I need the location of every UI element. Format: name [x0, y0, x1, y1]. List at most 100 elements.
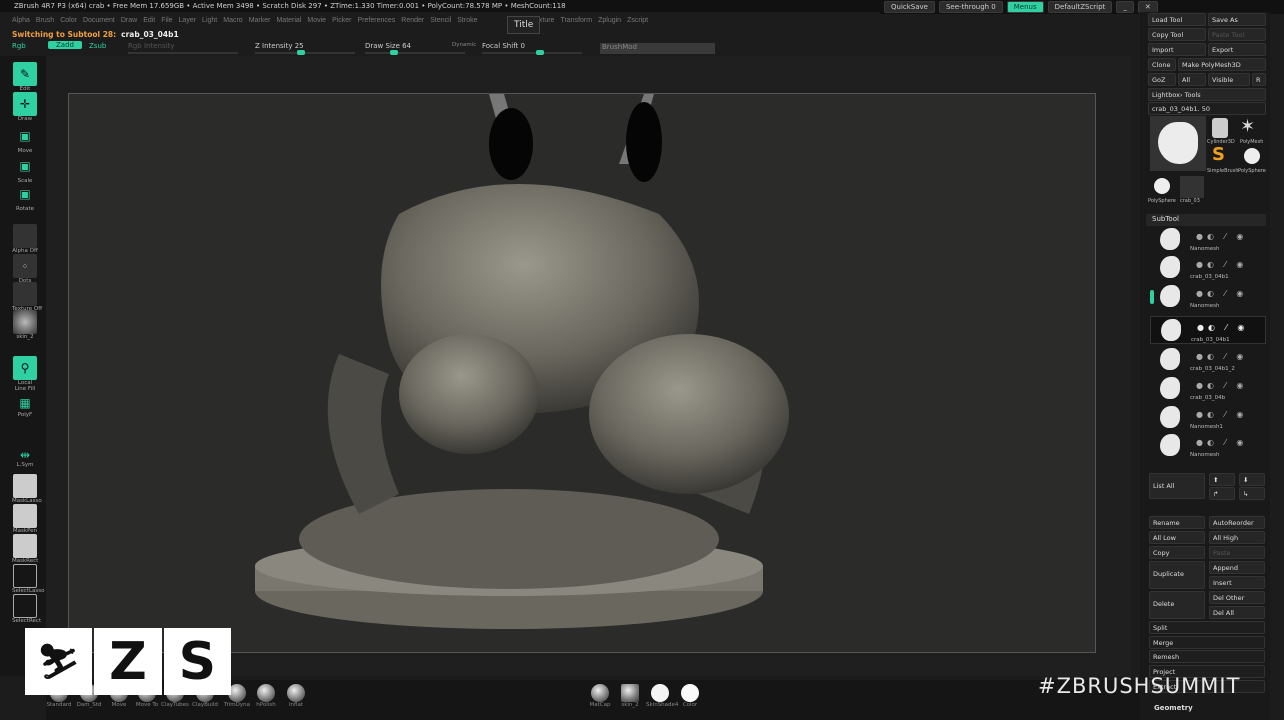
maskpen-button[interactable]: MaskPen	[12, 504, 38, 534]
selectlasso-button[interactable]: SelectLasso	[12, 564, 45, 594]
draw-size-slider[interactable]: Draw Size 64	[365, 42, 465, 55]
remesh-menu[interactable]: Remesh	[1149, 650, 1265, 663]
brush-inflat[interactable]: Inflat	[281, 684, 311, 708]
material-matcap[interactable]: MatCap	[586, 684, 614, 708]
draw-button[interactable]: ✛ Draw	[12, 92, 38, 122]
menu-item[interactable]: Brush	[36, 17, 54, 25]
polyf-button[interactable]: ▦ PolyF	[12, 394, 38, 418]
selectrect-button[interactable]: SelectRect	[12, 594, 41, 624]
copy-tool-button[interactable]: Copy Tool	[1148, 28, 1206, 41]
split-menu[interactable]: Split	[1149, 621, 1265, 634]
rgb-intensity-slider[interactable]: Rgb Intensity	[128, 42, 238, 54]
brushmod-slider[interactable]: BrushMod	[600, 43, 715, 54]
cylinder-tool-icon[interactable]	[1212, 118, 1228, 138]
rotate-button[interactable]: ▣ Rotate	[12, 182, 38, 212]
menu-item[interactable]: Movie	[307, 17, 326, 25]
lsym-button[interactable]: ⇹ L.Sym	[12, 448, 38, 468]
menu-item[interactable]: Marker	[249, 17, 271, 25]
dynamic-toggle[interactable]: Dynamic	[452, 42, 476, 48]
viewport-canvas[interactable]	[68, 93, 1096, 653]
crab-thumb-icon[interactable]	[1180, 176, 1204, 198]
menu-item[interactable]: Material	[276, 17, 301, 25]
subtool-visibility-icons[interactable]: ●◐ ⁄ ◉	[1196, 352, 1247, 361]
focal-shift-slider[interactable]: Focal Shift 0	[482, 42, 582, 55]
paste-tool-button[interactable]: Paste Tool	[1208, 28, 1266, 41]
subtool-visibility-icons[interactable]: ●◐ ⁄ ◉	[1197, 323, 1248, 332]
material-skinshade[interactable]: SkinShade4	[646, 684, 678, 708]
current-tool-thumbnail[interactable]	[1150, 116, 1206, 171]
move-button[interactable]: ▣ Move	[12, 124, 38, 154]
menu-item[interactable]: Edit	[143, 17, 155, 25]
current-tool-slider[interactable]: crab_03_04b1. 50	[1148, 102, 1266, 115]
lightbox-tools-button[interactable]: Lightbox› Tools	[1148, 88, 1266, 101]
color-swatch[interactable]: Color	[676, 684, 704, 708]
move-down-arrow-icon[interactable]: ↳	[1239, 487, 1265, 500]
merge-menu[interactable]: Merge	[1149, 636, 1265, 649]
all-low-button[interactable]: All Low	[1149, 531, 1205, 544]
import-button[interactable]: Import	[1148, 43, 1206, 56]
move-up-icon[interactable]: ⬆	[1209, 473, 1235, 486]
subtool-item[interactable]: ●◐ ⁄ ◉ crab_03_04b1_2	[1150, 346, 1266, 374]
menu-item[interactable]: Zscript	[627, 17, 648, 25]
export-button[interactable]: Export	[1208, 43, 1266, 56]
edit-button[interactable]: ✎ Edit	[12, 62, 38, 92]
append-button[interactable]: Append	[1209, 561, 1265, 574]
menus-button[interactable]: Menus	[1006, 1, 1044, 13]
quicksave-button[interactable]: QuickSave	[884, 1, 935, 13]
masklasso-button[interactable]: MaskLasso	[12, 474, 42, 504]
menu-item[interactable]: Preferences	[358, 17, 396, 25]
r-button[interactable]: R	[1252, 73, 1266, 86]
minimize-icon[interactable]: _	[1116, 1, 1134, 13]
menu-item[interactable]: Document	[83, 17, 115, 25]
autoreorder-button[interactable]: AutoReorder	[1209, 516, 1265, 529]
subtool-visibility-icons[interactable]: ●◐ ⁄ ◉	[1196, 410, 1247, 419]
clone-button[interactable]: Clone	[1148, 58, 1176, 71]
insert-button[interactable]: Insert	[1209, 576, 1265, 589]
delete-button[interactable]: Delete	[1149, 591, 1205, 619]
polysphere-icon[interactable]	[1154, 178, 1170, 194]
menu-item[interactable]: Transform	[560, 17, 592, 25]
copy-button[interactable]: Copy	[1149, 546, 1205, 559]
menu-item[interactable]: Alpha	[12, 17, 30, 25]
goz-button[interactable]: GoZ	[1148, 73, 1176, 86]
rgb-toggle[interactable]: Rgb	[12, 42, 26, 50]
geometry-menu[interactable]: Geometry	[1154, 704, 1193, 712]
material-skin[interactable]: skin_2	[616, 684, 644, 708]
paste-button[interactable]: Paste	[1209, 546, 1265, 559]
brush-hpolish[interactable]: hPolish	[251, 684, 281, 708]
subtool-item[interactable]: ●◐ ⁄ ◉ Nanomesh	[1150, 432, 1266, 460]
del-other-button[interactable]: Del Other	[1209, 591, 1265, 604]
del-all-button[interactable]: Del All	[1209, 606, 1265, 619]
menu-item[interactable]: Light	[202, 17, 217, 25]
all-button[interactable]: All	[1178, 73, 1206, 86]
scale-button[interactable]: ▣ Scale	[12, 154, 38, 184]
menu-item[interactable]: Stencil	[430, 17, 451, 25]
menu-item[interactable]: Picker	[332, 17, 351, 25]
menu-item[interactable]: Zplugin	[598, 17, 621, 25]
menu-item[interactable]: Stroke	[457, 17, 477, 25]
visible-button[interactable]: Visible	[1208, 73, 1250, 86]
maskrect-button[interactable]: MaskRect	[12, 534, 38, 564]
all-high-button[interactable]: All High	[1209, 531, 1265, 544]
z-intensity-slider[interactable]: Z Intensity 25	[255, 42, 355, 55]
local-button[interactable]: ⚲ Local	[12, 356, 38, 386]
move-down-icon[interactable]: ⬇	[1239, 473, 1265, 486]
material-button[interactable]: skin_2	[12, 310, 38, 340]
subtool-visibility-icons[interactable]: ●◐ ⁄ ◉	[1196, 381, 1247, 390]
zsub-toggle[interactable]: Zsub	[89, 42, 106, 50]
menu-item[interactable]: Color	[60, 17, 77, 25]
alpha-button[interactable]: Alpha Off	[12, 224, 38, 254]
script-button[interactable]: DefaultZScript	[1047, 1, 1113, 13]
subtool-item[interactable]: ●◐ ⁄ ◉ Nanomesh	[1150, 283, 1266, 311]
load-tool-button[interactable]: Load Tool	[1148, 13, 1206, 26]
make-polymesh-button[interactable]: Make PolyMesh3D	[1178, 58, 1266, 71]
subtool-visibility-icons[interactable]: ●◐ ⁄ ◉	[1196, 438, 1247, 447]
menu-item[interactable]: Draw	[121, 17, 137, 25]
subtool-item[interactable]: ●◐ ⁄ ◉ crab_03_04b1	[1150, 254, 1266, 282]
subtool-visibility-icons[interactable]: ●◐ ⁄ ◉	[1196, 289, 1247, 298]
texture-button[interactable]: Texture Off	[12, 282, 42, 312]
menu-item[interactable]: File	[161, 17, 172, 25]
subtool-item[interactable]: ●◐ ⁄ ◉ Nanomesh	[1150, 226, 1266, 254]
rename-button[interactable]: Rename	[1149, 516, 1205, 529]
save-as-button[interactable]: Save As	[1208, 13, 1266, 26]
